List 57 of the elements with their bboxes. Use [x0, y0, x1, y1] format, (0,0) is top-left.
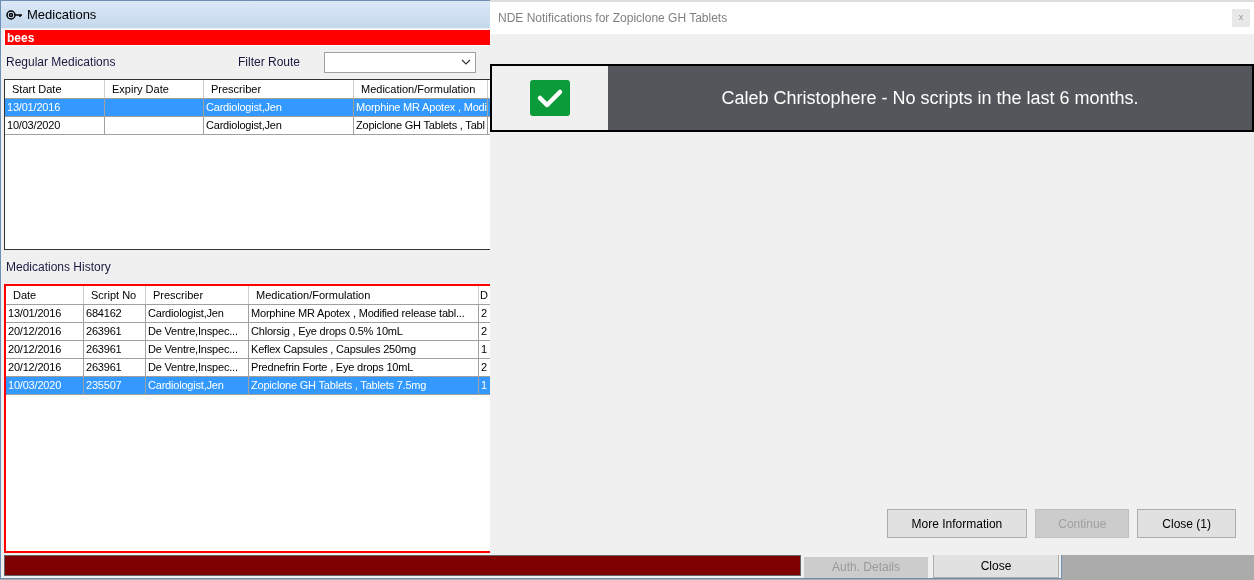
column-header[interactable]: Medication/Formulation: [354, 79, 488, 98]
section-label: Regular Medications: [6, 54, 116, 72]
dialog-button[interactable]: Close (1): [1137, 509, 1236, 538]
section-label: Medications History: [6, 259, 111, 277]
table-cell-text: 20/12/2016: [8, 342, 62, 358]
table-cell-text: 2: [481, 306, 487, 322]
table-cell-text: 13/01/2016: [8, 306, 62, 322]
table-cell-text: 684162: [86, 306, 122, 322]
table-cell-text: Prednefrin Forte , Eye drops 10mL: [251, 360, 414, 376]
dialog-title: NDE Notifications for Zopiclone GH Tablets: [498, 10, 728, 27]
table-cell-text: 20/12/2016: [8, 360, 62, 376]
table-cell-text: 10/03/2020: [8, 378, 62, 394]
table-cell-text: Cardiologist,Jen: [148, 378, 224, 394]
footer-button[interactable]: Close: [933, 553, 1059, 578]
dialog-button[interactable]: More Information: [886, 509, 1028, 538]
table-cell-text: Chlorsig , Eye drops 0.5% 10mL: [251, 324, 403, 340]
table-cell-text: Cardiologist,Jen: [206, 100, 282, 116]
table-cell-text: De Ventre,Inspec...: [148, 360, 238, 376]
table-cell-text: Morphine MR Apotex , Modi: [356, 100, 487, 116]
notification-message: Caleb Christophere - No scripts in the last 6 months.: [721, 86, 1139, 110]
table-cell-text: Keflex Capsules , Capsules 250mg: [251, 342, 416, 358]
table-cell-text: 1: [481, 378, 487, 394]
table-cell-text: Cardiologist,Jen: [148, 306, 224, 322]
alert-text: bees: [7, 29, 35, 47]
column-header[interactable]: Script No: [84, 286, 146, 305]
table-cell-text: De Ventre,Inspec...: [148, 342, 238, 358]
checkmark-icon: [530, 80, 570, 116]
column-header[interactable]: Date: [6, 286, 84, 305]
filter-label: Filter Route: [238, 54, 301, 72]
table-row[interactable]: 13/01/2016 684162 Cardiologist,Jen Morphine MR Apotex , Modified release tabl... 2: [6, 305, 491, 324]
column-header[interactable]: Start Date: [5, 79, 105, 98]
column-header[interactable]: Prescriber: [146, 286, 249, 305]
table-cell-text: 263961: [86, 324, 122, 340]
table-cell-text: 263961: [86, 360, 122, 376]
table-cell-text: Zopiclone GH Tablets , Tabl: [356, 118, 485, 134]
table-row[interactable]: 20/12/2016 263961 De Ventre,Inspec... Chlorsig , Eye drops 0.5% 10mL 2: [6, 323, 491, 342]
table-cell-text: 1: [481, 342, 487, 358]
table-row[interactable]: 20/12/2016 263961 De Ventre,Inspec... Keflex Capsules , Capsules 250mg 1: [6, 341, 491, 360]
table-cell-text: Cardiologist,Jen: [206, 118, 282, 134]
table-cell-text: 13/01/2016: [7, 100, 61, 116]
table-cell-text: Zopiclone GH Tablets , Tablets 7.5mg: [251, 378, 427, 394]
table-cell-text: 2: [481, 360, 487, 376]
table-cell-text: 2: [481, 324, 487, 340]
table-cell-text: 235507: [86, 378, 122, 394]
column-header[interactable]: Medication/Formulation: [249, 286, 479, 305]
table-cell-text: De Ventre,Inspec...: [148, 324, 238, 340]
column-header[interactable]: Prescriber: [204, 79, 354, 98]
window-title: Medications: [27, 5, 97, 24]
key-icon: [5, 8, 23, 21]
filter-route-dropdown[interactable]: [324, 51, 476, 73]
column-header[interactable]: Expiry Date: [105, 79, 204, 98]
chevron-down-icon: [461, 59, 471, 66]
table-row[interactable]: 20/12/2016 263961 De Ventre,Inspec... Prednefrin Forte , Eye drops 10mL 2: [6, 359, 491, 378]
table-cell-text: 10/03/2020: [7, 118, 61, 134]
table-cell-text: Morphine MR Apotex , Modified release tabl...: [251, 306, 465, 322]
table-cell-text: 263961: [86, 342, 122, 358]
table-cell-text: 20/12/2016: [8, 324, 62, 340]
